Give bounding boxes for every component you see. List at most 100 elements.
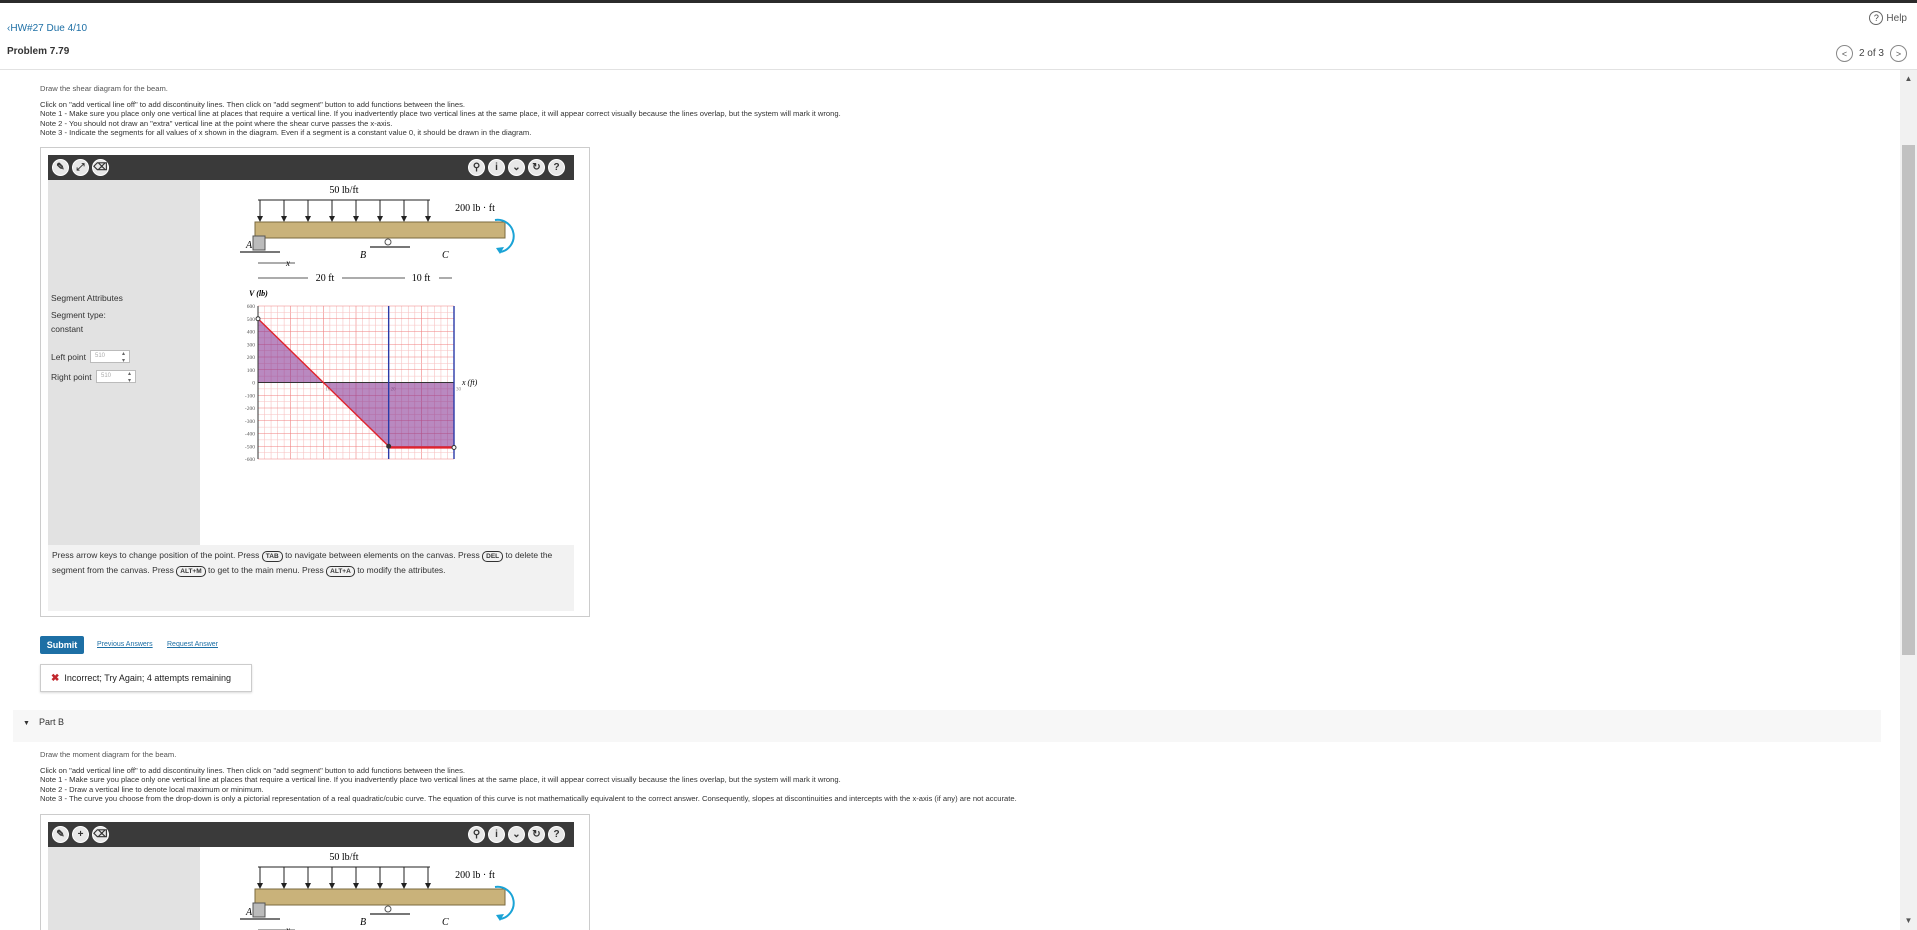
segment-endpoint bbox=[255, 316, 261, 322]
prev-problem-button[interactable]: < bbox=[1835, 45, 1853, 62]
part-b-line: Note 2 - Draw a vertical line to denote … bbox=[40, 784, 264, 794]
x-axis-label: x (ft) bbox=[461, 378, 478, 387]
keyboard-help-text: to get to the main menu. Press bbox=[208, 565, 324, 575]
feedback-message: ✖ Incorrect; Try Again; 4 attempts remain… bbox=[40, 664, 252, 692]
beam bbox=[254, 221, 506, 239]
part-a-line: Note 2 - You should not draw an "extra" … bbox=[40, 118, 393, 128]
y-tick-label: -100 bbox=[245, 393, 255, 399]
keyboard-help: Press arrow keys to change position of t… bbox=[48, 545, 574, 611]
trash-icon[interactable]: ⌫ bbox=[92, 159, 109, 176]
load-arrowhead bbox=[353, 883, 359, 889]
problem-title: Problem 7.79 bbox=[7, 46, 70, 57]
part-b-line: Note 3 - The curve you choose from the d… bbox=[40, 794, 1017, 804]
hint-icon[interactable]: ⚲ bbox=[468, 159, 485, 176]
y-tick-label: 0 bbox=[252, 381, 255, 387]
info-icon[interactable]: i bbox=[488, 159, 505, 176]
beam-and-shear-figure[interactable]: 50 lb/ft 200 lb · ft A B Cx 20 ft 10 ft V (lb) x… bbox=[200, 180, 574, 545]
segment-endpoint bbox=[451, 445, 457, 451]
chevron-down-icon[interactable]: ⌄ bbox=[508, 159, 525, 176]
tab-key: TAB bbox=[261, 551, 283, 562]
part-a-line: Click on "add vertical line off" to add … bbox=[40, 99, 466, 109]
pin-support-a bbox=[252, 902, 266, 918]
reset-icon[interactable]: ↻ bbox=[528, 826, 545, 843]
y-tick-label: 600 bbox=[247, 304, 256, 310]
x-dimension-label: x bbox=[285, 258, 290, 268]
pencil-icon[interactable]: ✎ bbox=[52, 826, 69, 843]
x-tick-label: 30 bbox=[456, 388, 462, 393]
roller-support-b bbox=[384, 238, 392, 246]
reset-icon[interactable]: ↻ bbox=[528, 159, 545, 176]
y-tick-label: 300 bbox=[247, 342, 256, 348]
dimension-10ft: 10 ft bbox=[412, 273, 431, 284]
part-a-instructions: Draw the shear diagram for the beam. Cli… bbox=[40, 84, 841, 138]
segment-attributes-heading: Segment Attributes bbox=[51, 293, 123, 303]
point-c-label: C bbox=[442, 917, 449, 928]
y-tick-label: -600 bbox=[245, 457, 255, 463]
dimension-20ft: 20 ft bbox=[316, 273, 335, 284]
alt-m-key: ALT+M bbox=[176, 566, 206, 577]
request-answer-link[interactable]: Request Answer bbox=[167, 641, 218, 648]
y-tick-label: -300 bbox=[245, 419, 255, 425]
incorrect-icon: ✖ bbox=[51, 673, 60, 684]
load-arrowhead bbox=[305, 883, 311, 889]
trash-icon[interactable]: ⌫ bbox=[92, 826, 109, 843]
keyboard-help-text: to navigate between elements on the canv… bbox=[285, 550, 480, 560]
y-tick-label: 500 bbox=[247, 317, 256, 323]
keyboard-help-text: Press arrow keys to change position of t… bbox=[52, 550, 260, 560]
add-icon[interactable]: + bbox=[72, 826, 89, 843]
next-problem-button[interactable]: > bbox=[1890, 45, 1907, 62]
help-label: Help bbox=[1886, 12, 1907, 24]
point-a-label: A bbox=[245, 907, 253, 918]
widget-toolbar: ✎ ⤢ ⌫ ⚲ i ⌄ ↻ ? bbox=[48, 155, 574, 180]
part-b-header[interactable]: ▼ Part B bbox=[13, 710, 1881, 742]
v-axis-label: V (lb) bbox=[249, 289, 268, 298]
load-arrowhead bbox=[425, 883, 431, 889]
collapse-triangle-icon: ▼ bbox=[23, 720, 30, 727]
drawing-canvas[interactable]: 50 lb/ft200 lb · ftABCx20 ft10 ft bbox=[200, 847, 574, 930]
load-arrowhead bbox=[257, 883, 263, 889]
beam-figure: 50 lb/ft200 lb · ftABCx20 ft10 ft bbox=[240, 852, 515, 930]
help-button[interactable]: ? Help bbox=[1869, 11, 1907, 25]
scrollbar-thumb[interactable] bbox=[1902, 145, 1915, 655]
help-icon: ? bbox=[1869, 11, 1884, 25]
scroll-down-icon[interactable]: ▼ bbox=[1900, 914, 1917, 928]
widget-toolbar: ✎ + ⌫ ⚲ i ⌄ ↻ ? bbox=[48, 822, 574, 847]
pencil-icon[interactable]: ✎ bbox=[52, 159, 69, 176]
load-arrowhead bbox=[377, 883, 383, 889]
load-label: 50 lb/ft bbox=[329, 185, 358, 196]
hint-icon[interactable]: ⚲ bbox=[468, 826, 485, 843]
load-arrowhead bbox=[353, 216, 359, 222]
part-a-lead: Draw the shear diagram for the beam. bbox=[40, 84, 168, 93]
load-arrowhead bbox=[281, 883, 287, 889]
y-tick-label: 400 bbox=[247, 330, 256, 336]
y-tick-label: 100 bbox=[247, 368, 256, 374]
add-vertical-line-icon[interactable]: ⤢ bbox=[72, 159, 89, 176]
part-a-line: Note 3 - Indicate the segments for all v… bbox=[40, 128, 532, 138]
part-b-line: Click on "add vertical line off" to add … bbox=[40, 765, 466, 775]
load-arrowhead bbox=[281, 216, 287, 222]
part-b-instructions: Draw the moment diagram for the beam. Cl… bbox=[40, 750, 1017, 804]
question-icon[interactable]: ? bbox=[548, 159, 565, 176]
segment-attributes-panel bbox=[48, 847, 200, 930]
submit-button[interactable]: Submit bbox=[40, 636, 84, 654]
segment-type-label: Segment type: bbox=[51, 310, 106, 320]
info-icon[interactable]: i bbox=[488, 826, 505, 843]
vertical-scrollbar[interactable]: ▲ ▼ bbox=[1900, 70, 1917, 930]
load-arrowhead bbox=[329, 883, 335, 889]
roller-support-b bbox=[384, 905, 392, 913]
left-point-input[interactable]: 510 bbox=[90, 350, 130, 364]
right-point-input[interactable]: 510 bbox=[96, 370, 136, 384]
previous-answers-link[interactable]: Previous Answers bbox=[97, 641, 153, 648]
drawing-canvas[interactable]: 50 lb/ft 200 lb · ft A B Cx 20 ft 10 ft V (lb) x… bbox=[200, 180, 574, 545]
back-link[interactable]: ‹HW#27 Due 4/10 bbox=[7, 23, 87, 34]
question-icon[interactable]: ? bbox=[548, 826, 565, 843]
point-a-label: A bbox=[245, 240, 253, 251]
point-c-label: C bbox=[442, 250, 449, 261]
feedback-text: Incorrect; Try Again; 4 attempts remaini… bbox=[64, 673, 231, 683]
page-header: ‹HW#27 Due 4/10 Problem 7.79 ? Help < 2 o… bbox=[0, 3, 1917, 70]
point-b-label: B bbox=[360, 250, 366, 261]
back-link-label: HW#27 Due 4/10 bbox=[10, 23, 88, 34]
scroll-up-icon[interactable]: ▲ bbox=[1900, 72, 1917, 86]
shear-diagram-widget: ✎ ⤢ ⌫ ⚲ i ⌄ ↻ ? Segment Attributes Segme… bbox=[40, 147, 590, 617]
chevron-down-icon[interactable]: ⌄ bbox=[508, 826, 525, 843]
